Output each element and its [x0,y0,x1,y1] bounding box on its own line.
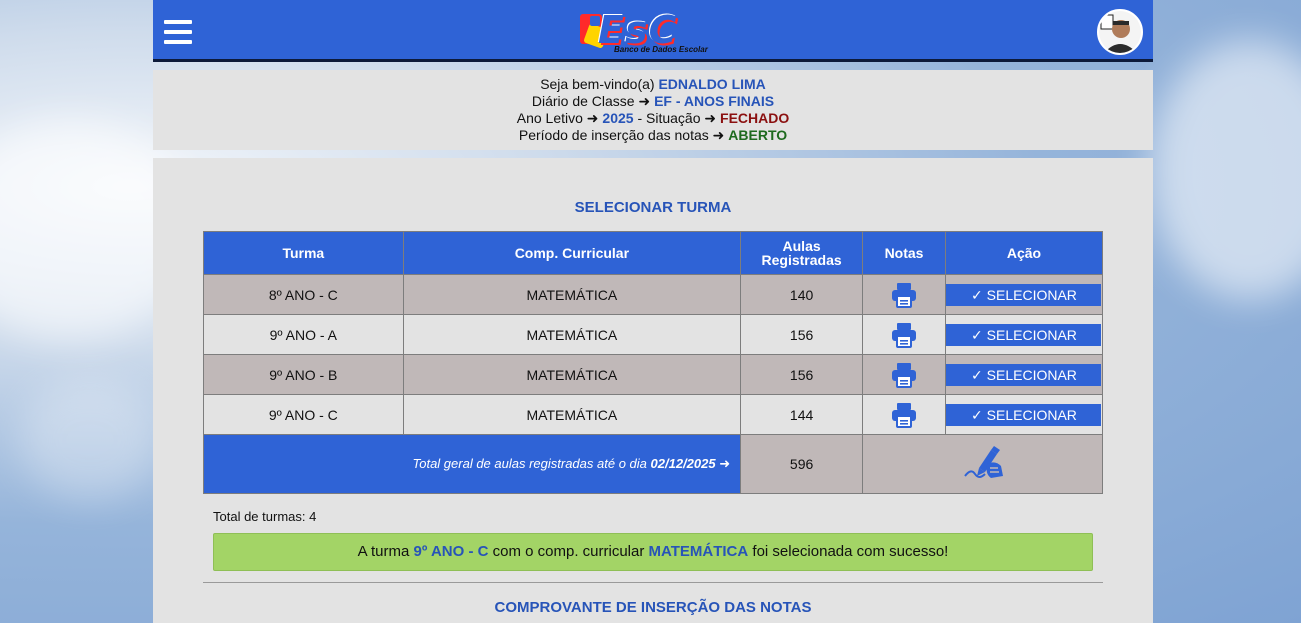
year-label: Ano Letivo ➜ [516,110,599,126]
welcome-panel: Seja bem-vindo(a) EDNALDO LIMA Diário de… [153,70,1153,150]
main-content: SELECIONAR TURMA Turma Comp. Curricular … [153,158,1153,623]
cell-aulas: 144 [740,394,864,435]
header-comp: Comp. Curricular [402,231,742,275]
printer-icon[interactable] [890,321,918,349]
cell-turma: 8º ANO - C [203,274,404,315]
cell-aulas: 140 [740,274,864,315]
classes-table: Turma Comp. Curricular Aulas Registradas… [202,231,1104,494]
cell-notas [862,314,946,355]
welcome-label: Seja bem-vindo(a) [540,76,655,92]
printer-icon[interactable] [890,361,918,389]
app-logo[interactable]: EsC Banco de Dados Escolar [578,8,718,58]
year-line: Ano Letivo ➜ 2025 - Situação ➜ FECHADO [153,110,1153,127]
cell-notas [862,394,946,435]
situation-label: - Situação ➜ [637,110,717,126]
printer-icon[interactable] [890,281,918,309]
period-label: Período de inserção das notas ➜ [518,127,725,143]
diary-line: Diário de Classe ➜ EF - ANOS FINAIS [153,93,1153,110]
page-container: EsC Banco de Dados Escolar Seja bem-vind… [153,0,1153,623]
cell-turma: 9º ANO - B [203,354,404,395]
cell-aulas: 156 [740,314,864,355]
table-row: 9º ANO - B MATEMÁTICA 156 ✓ SELECIONAR [203,354,1104,395]
success-suffix: foi selecionada com sucesso! [752,543,949,560]
table-row: 9º ANO - C MATEMÁTICA 144 ✓ SELECIONAR [203,394,1104,435]
cell-comp: MATEMÁTICA [402,314,742,355]
select-button[interactable]: ✓ SELECIONAR [946,283,1102,306]
cell-aulas: 156 [740,354,864,395]
select-button[interactable]: ✓ SELECIONAR [946,323,1102,346]
header-acao: Ação [944,231,1104,275]
cell-comp: MATEMÁTICA [402,274,742,315]
diary-value: EF - ANOS FINAIS [654,93,775,109]
total-label-cell: Total geral de aulas registradas até o d… [202,434,742,494]
table-row: 9º ANO - A MATEMÁTICA 156 ✓ SELECIONAR [203,314,1104,355]
welcome-line: Seja bem-vindo(a) EDNALDO LIMA [153,76,1153,93]
logo-subtitle: Banco de Dados Escolar [614,45,708,54]
avatar-photo-icon [1099,11,1141,53]
cell-action: ✓ SELECIONAR [944,274,1104,315]
success-middle: com o comp. curricular [492,543,645,560]
success-comp: MATEMÁTICA [648,543,749,560]
receipt-section-title: COMPROVANTE DE INSERÇÃO DAS NOTAS [494,599,812,616]
user-name: EDNALDO LIMA [658,76,766,92]
header-notas: Notas [862,231,946,275]
success-turma: 9º ANO - C [413,543,489,560]
printer-icon[interactable] [890,401,918,429]
diary-label: Diário de Classe ➜ [531,93,651,109]
cell-action: ✓ SELECIONAR [944,394,1104,435]
section-title: SELECIONAR TURMA [574,199,732,216]
cell-action: ✓ SELECIONAR [944,354,1104,395]
cell-turma: 9º ANO - A [203,314,404,355]
divider [203,582,1103,583]
period-value: ABERTO [728,127,788,143]
cell-turma: 9º ANO - C [203,394,404,435]
table-row: 8º ANO - C MATEMÁTICA 140 ✓ SELECIONAR [203,274,1104,315]
total-classes-count: Total de turmas: 4 [213,509,317,524]
cell-comp: MATEMÁTICA [402,354,742,395]
total-icon-cell [862,434,1103,494]
cell-action: ✓ SELECIONAR [944,314,1104,355]
success-message: A turma 9º ANO - C com o comp. curricula… [213,533,1093,571]
total-row: Total geral de aulas registradas até o d… [202,434,1103,494]
cell-notas [862,274,946,315]
total-label: Total geral de aulas registradas até o d… [412,456,647,471]
cell-comp: MATEMÁTICA [402,394,742,435]
total-value: 596 [740,434,864,494]
period-line: Período de inserção das notas ➜ ABERTO [153,127,1153,144]
header-aulas: Aulas Registradas [740,231,864,275]
cell-notas [862,354,946,395]
situation-value: FECHADO [720,110,790,126]
select-button[interactable]: ✓ SELECIONAR [946,363,1102,386]
signature-edit-icon[interactable] [961,446,1005,482]
user-avatar[interactable] [1097,9,1143,55]
total-date: 02/12/2025 ➜ [650,456,731,471]
hamburger-icon[interactable] [164,20,192,46]
top-navbar: EsC Banco de Dados Escolar [153,0,1153,62]
success-prefix: A turma [357,543,410,560]
year-value: 2025 [602,110,634,126]
header-turma: Turma [203,231,404,275]
select-button[interactable]: ✓ SELECIONAR [946,403,1102,426]
